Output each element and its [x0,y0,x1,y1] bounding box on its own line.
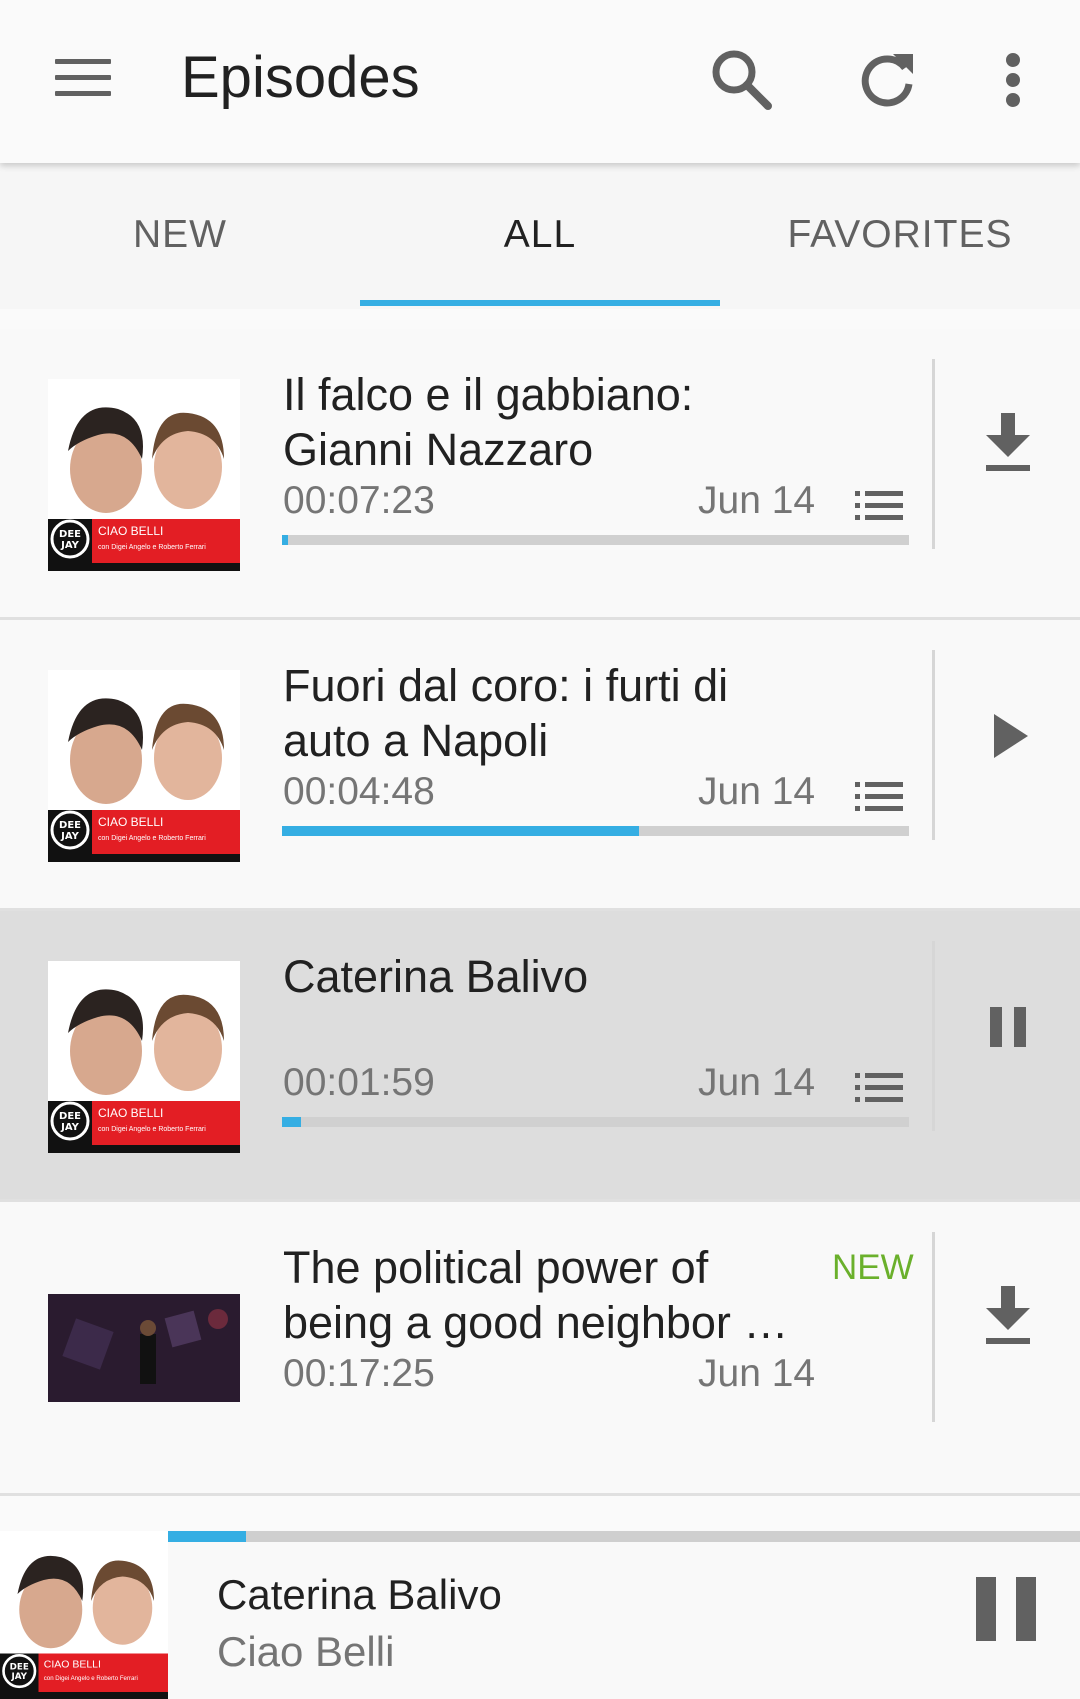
tab-all[interactable]: ALL [360,163,720,309]
new-badge: NEW [832,1248,914,1287]
divider [0,1493,1080,1496]
episode-progress [282,826,909,836]
episode-title: The political power of being a good neig… [283,1242,789,1348]
divider [932,359,935,549]
divider [932,1232,935,1422]
episode-artwork: DEE JAY CIAO BELLI con Digei Angelo e Ro… [48,961,240,1153]
pause-icon[interactable] [968,987,1048,1067]
episode-title: Il falco e il gabbiano: Gianni Nazzaro [283,369,694,475]
episode-duration: 00:01:59 [283,1061,435,1104]
logo-text: DEE [59,529,81,540]
now-playing-podcast: Ciao Belli [217,1628,395,1675]
episode-video-thumbnail [48,1294,240,1402]
logo-text: JAY [10,1672,27,1682]
progress-fill [282,1117,301,1127]
logo-text: DEE [59,820,81,831]
play-icon[interactable] [968,696,1048,776]
refresh-icon[interactable] [847,40,927,120]
divider [932,650,935,840]
episode-duration: 00:04:48 [283,770,435,813]
episode-row[interactable]: DEE JAY CIAO BELLI con Digei Angelo e Ro… [0,329,1080,620]
show-name: CIAO BELLI [98,815,163,829]
progress-fill [282,826,640,836]
now-playing-title: Caterina Balivo [217,1571,502,1618]
menu-icon[interactable] [55,56,113,98]
episode-row[interactable]: The political power of being a good neig… [0,1202,1080,1493]
divider [932,941,935,1131]
chapters-icon[interactable] [855,489,903,523]
episode-progress [282,535,909,545]
episode-artwork: DEE JAY CIAO BELLI con Digei Angelo e Ro… [48,670,240,862]
episode-progress [282,1117,909,1127]
chapters-icon[interactable] [855,780,903,814]
now-playing-bar[interactable]: DEE JAY CIAO BELLI con Digei Angelo e Ro… [0,1531,1080,1699]
download-icon[interactable] [968,405,1048,485]
progress-fill [282,535,289,545]
show-sub: con Digei Angelo e Roberto Ferrari [98,835,206,842]
pause-icon[interactable] [960,1563,1060,1663]
more-vert-icon[interactable] [973,40,1053,120]
logo-text: JAY [60,540,80,551]
show-name: CIAO BELLI [98,1106,163,1120]
episode-date: Jun 14 [698,770,816,813]
search-icon[interactable] [702,40,782,120]
episode-duration: 00:07:23 [283,479,435,522]
episode-artwork: DEE JAY CIAO BELLI con Digei Angelo e Ro… [48,379,240,571]
show-sub: con Digei Angelo e Roberto Ferrari [98,544,206,551]
episode-title: Fuori dal coro: i furti di auto a Napoli [283,660,729,766]
page-title: Episodes [181,45,420,110]
logo-text: DEE [10,1662,29,1672]
episode-row[interactable]: DEE JAY CIAO BELLI con Digei Angelo e Ro… [0,911,1080,1202]
tab-bar: NEW ALL FAVORITES [0,163,1080,309]
tab-indicator [360,300,720,306]
episode-date: Jun 14 [698,479,816,522]
progress-fill [168,1531,246,1542]
episode-date: Jun 14 [698,1061,816,1104]
show-name: CIAO BELLI [44,1659,101,1671]
now-playing-artwork: DEE JAY CIAO BELLI con Digei Angelo e Ro… [0,1531,168,1699]
chapters-icon[interactable] [855,1071,903,1105]
logo-text: JAY [60,831,80,842]
logo-text: JAY [60,1122,80,1133]
logo-text: DEE [59,1111,81,1122]
now-playing-progress[interactable] [168,1531,1080,1542]
episode-duration: 00:17:25 [283,1352,435,1395]
download-icon[interactable] [968,1278,1048,1358]
episode-date: Jun 14 [698,1352,816,1395]
show-sub: con Digei Angelo e Roberto Ferrari [98,1126,206,1133]
show-name: CIAO BELLI [98,524,163,538]
tab-favorites[interactable]: FAVORITES [720,163,1080,309]
app-toolbar: Episodes [0,0,1080,163]
tab-new[interactable]: NEW [0,163,360,309]
episode-row[interactable]: DEE JAY CIAO BELLI con Digei Angelo e Ro… [0,620,1080,911]
show-sub: con Digei Angelo e Roberto Ferrari [44,1675,138,1682]
episode-title: Caterina Balivo [283,951,589,1002]
